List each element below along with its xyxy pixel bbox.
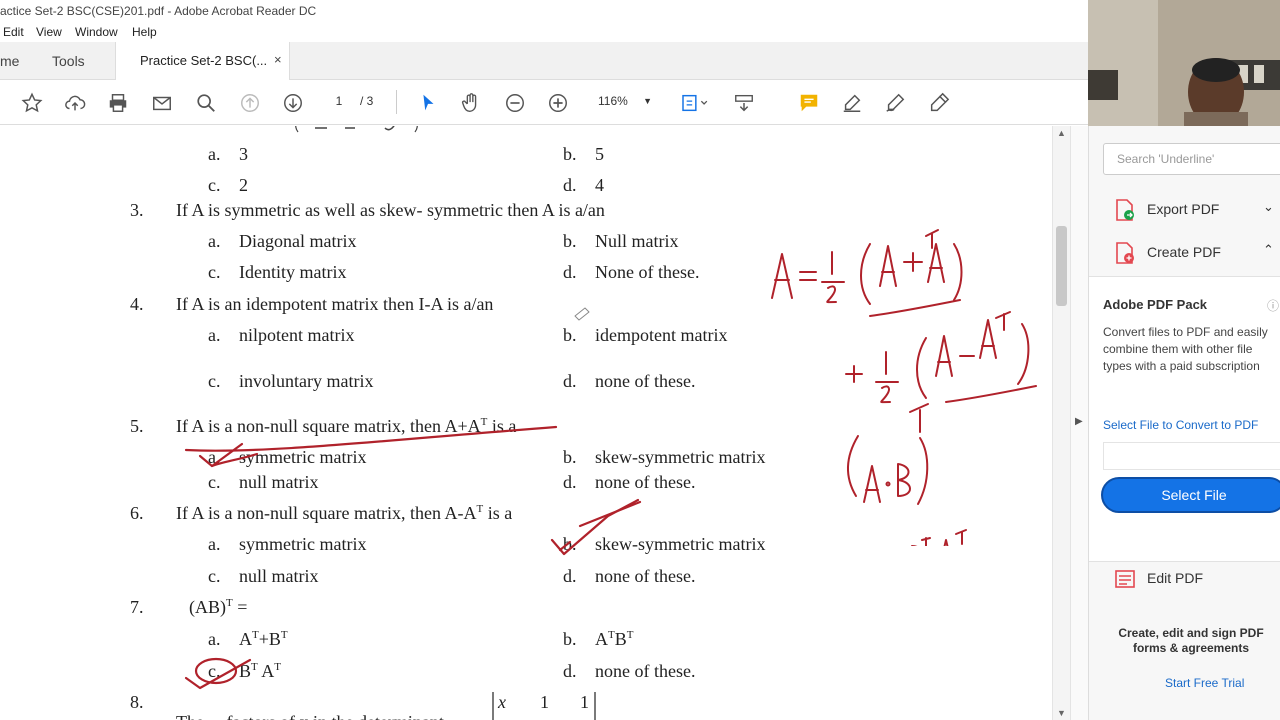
page-down-icon[interactable]	[281, 91, 305, 115]
scroll-thumb[interactable]	[1056, 226, 1067, 306]
edit-pdf-item[interactable]: Edit PDF	[1089, 559, 1280, 599]
toolbar-divider	[396, 90, 397, 114]
scroll-down-icon[interactable]: ▼	[1057, 708, 1066, 718]
export-pdf-item[interactable]: Export PDF ⌄	[1089, 190, 1280, 230]
print-icon[interactable]	[106, 91, 130, 115]
page-count: / 3	[360, 94, 374, 108]
select-file-link[interactable]: Select File to Convert to PDF	[1103, 418, 1258, 432]
info-icon[interactable]: ⓘ	[1267, 297, 1279, 314]
chevron-up-icon: ⌃	[1263, 242, 1274, 257]
menu-help[interactable]: Help	[132, 25, 157, 39]
comment-icon[interactable]	[797, 91, 821, 115]
menu-view[interactable]: View	[36, 25, 62, 39]
zoom-value: 116%	[598, 94, 628, 108]
tab-bar: me Tools Practice Set-2 BSC(... ×	[0, 42, 1088, 80]
scroll-up-icon[interactable]: ▲	[1057, 128, 1066, 138]
window-title-text: actice Set-2 BSC(CSE)201.pdf - Adobe Acr…	[0, 4, 317, 18]
star-icon[interactable]	[20, 91, 44, 115]
document-scrollbar[interactable]: ▲ ▼	[1052, 126, 1070, 720]
zoom-in-icon[interactable]	[546, 91, 570, 115]
zoom-search-icon[interactable]	[194, 91, 218, 115]
hand-icon[interactable]	[459, 91, 483, 115]
menu-edit[interactable]: Edit	[3, 25, 24, 39]
pack-title: Adobe PDF Pack	[1103, 297, 1208, 312]
file-drop-field[interactable]	[1103, 442, 1280, 470]
window-title: actice Set-2 BSC(CSE)201.pdf - Adobe Acr…	[0, 0, 1088, 22]
mail-icon[interactable]	[150, 91, 174, 115]
handwritten-formula	[771, 229, 1037, 546]
zoom-select[interactable]: 116% ▼	[588, 89, 658, 113]
search-input[interactable]: Search 'Underline'	[1103, 143, 1280, 175]
menu-window[interactable]: Window	[75, 25, 118, 39]
pack-description: Convert files to PDF and easily combine …	[1103, 325, 1268, 373]
promo-text: Create, edit and sign PDF forms & agreem…	[1118, 626, 1264, 655]
zoom-out-icon[interactable]	[503, 91, 527, 115]
page-number-input[interactable]: 1	[321, 89, 357, 113]
scroll-mode-icon[interactable]	[732, 91, 756, 115]
tab-document[interactable]: Practice Set-2 BSC(... ×	[115, 42, 290, 80]
chevron-down-icon: ▼	[643, 96, 652, 106]
highlight-pen-icon[interactable]	[840, 91, 864, 115]
create-pdf-label: Create PDF	[1147, 244, 1221, 260]
webcam-person-image	[1088, 0, 1280, 126]
document-page[interactable]: a. 3 b. 5 c. 2 d. 4 3. If A is symmetric…	[0, 126, 1052, 720]
chevron-right-icon: ▶	[1075, 416, 1083, 427]
pdf-pack-panel: Adobe PDF Pack ⓘ Convert files to PDF an…	[1089, 276, 1280, 562]
edit-pdf-label: Edit PDF	[1147, 570, 1204, 586]
export-pdf-label: Export PDF	[1147, 201, 1220, 217]
toolbar	[0, 80, 1088, 125]
chevron-down-icon: ⌄	[1263, 199, 1274, 214]
close-tab-icon[interactable]: ×	[274, 52, 282, 67]
tab-home[interactable]: me	[0, 53, 19, 69]
cursor-icon[interactable]	[416, 91, 440, 115]
pane-collapse-handle[interactable]: ▶	[1070, 126, 1088, 720]
edit-pdf-icon	[1115, 570, 1135, 588]
sign-icon[interactable]	[883, 91, 907, 115]
start-free-trial-link[interactable]: Start Free Trial	[1165, 676, 1244, 690]
fit-page-icon[interactable]	[678, 91, 710, 115]
tab-document-label: Practice Set-2 BSC(...	[140, 53, 268, 68]
search-placeholder: Search 'Underline'	[1117, 152, 1215, 166]
create-pdf-icon	[1116, 242, 1134, 264]
export-pdf-icon	[1116, 199, 1134, 221]
select-file-button[interactable]: Select File	[1101, 477, 1280, 513]
edit-tools-icon[interactable]	[927, 91, 951, 115]
upload-icon[interactable]	[63, 91, 87, 115]
webcam-overlay	[1088, 0, 1280, 126]
tab-tools[interactable]: Tools	[52, 53, 85, 69]
create-pdf-item[interactable]: Create PDF ⌃	[1089, 233, 1280, 273]
tools-pane: Search 'Underline' Export PDF ⌄ Create P…	[1088, 126, 1280, 720]
page-up-icon[interactable]	[238, 91, 262, 115]
menu-bar: Edit View Window Help	[0, 22, 1088, 42]
